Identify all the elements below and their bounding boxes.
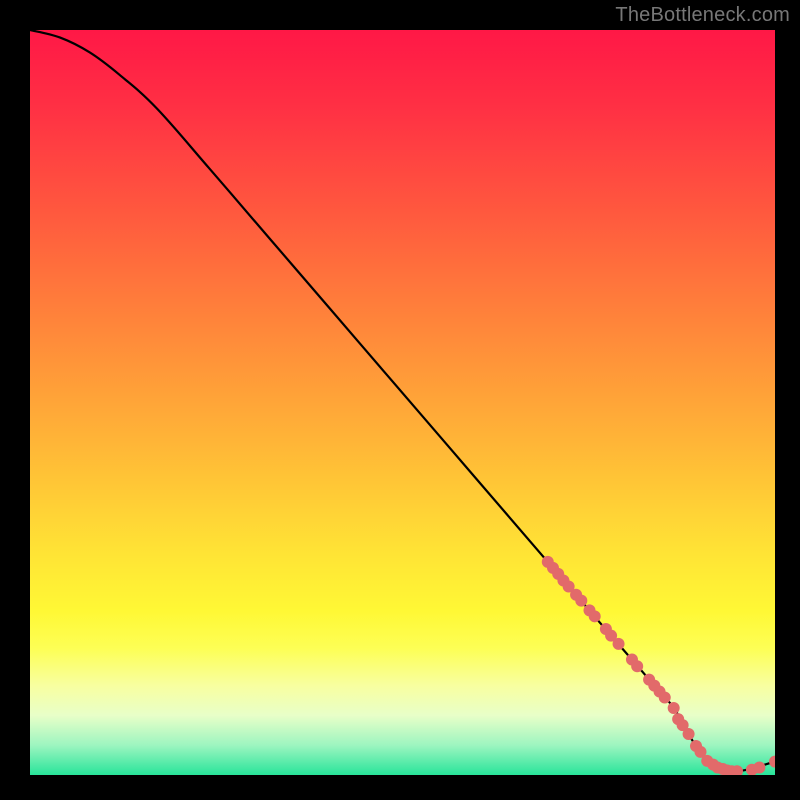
data-point [575,595,587,607]
data-point [613,638,625,650]
chart-stage: TheBottleneck.com [0,0,800,800]
data-point [659,692,671,704]
chart-svg [30,30,775,775]
data-point [683,728,695,740]
data-point [589,610,601,622]
plot-area [30,30,775,775]
data-point [631,660,643,672]
data-point [668,702,680,714]
gradient-background [30,30,775,775]
watermark-text: TheBottleneck.com [615,4,790,27]
data-point [753,762,765,774]
